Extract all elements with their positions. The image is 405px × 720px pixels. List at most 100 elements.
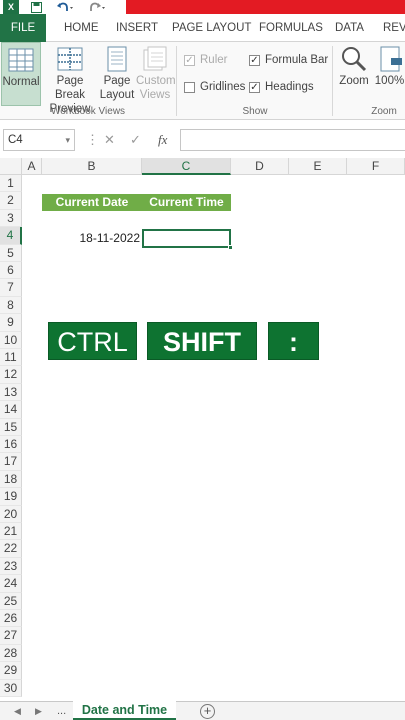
sheet-tab-date-and-time[interactable]: Date and Time	[73, 701, 176, 720]
ribbon-view: Normal Page Break Preview Page Layout Cu…	[0, 42, 405, 120]
more-options-icon[interactable]: ⋮	[86, 129, 99, 151]
undo-icon[interactable]	[54, 0, 76, 14]
custom-views-label-line1: Custom	[136, 75, 176, 87]
row-header[interactable]: 5	[0, 244, 22, 262]
normal-view-button[interactable]: Normal	[1, 42, 41, 106]
cell-c2-current-time[interactable]: Current Time	[142, 194, 231, 211]
normal-view-label: Normal	[2, 76, 40, 88]
row-header[interactable]: 17	[0, 453, 22, 471]
normal-view-icon	[8, 48, 34, 72]
zoom-100-label: 100%	[374, 75, 405, 87]
name-box[interactable]: C4 ▾	[3, 129, 75, 151]
more-sheets-ellipsis[interactable]: ...	[57, 702, 66, 720]
row-header[interactable]: 2	[0, 192, 22, 210]
row-header[interactable]: 21	[0, 523, 22, 541]
column-header-f[interactable]: F	[347, 158, 405, 175]
row-header[interactable]: 26	[0, 610, 22, 628]
row-header[interactable]: 23	[0, 557, 22, 576]
select-all-corner[interactable]	[0, 158, 22, 175]
row-header[interactable]: 22	[0, 540, 22, 558]
key-colon-overlay: :	[268, 322, 319, 360]
tab-formulas[interactable]: FORMULAS	[259, 14, 323, 42]
row-header[interactable]: 6	[0, 262, 22, 280]
gridlines-checkbox-box	[184, 81, 195, 93]
row-header[interactable]: 11	[0, 349, 22, 367]
row-header[interactable]: 7	[0, 279, 22, 297]
excel-logo-icon: X	[3, 0, 19, 14]
title-bar: X	[0, 0, 405, 14]
custom-views-icon	[143, 46, 167, 71]
scroll-tabs-left-icon[interactable]: ◀	[14, 702, 21, 720]
add-sheet-icon[interactable]: +	[200, 704, 215, 719]
row-header[interactable]: 28	[0, 644, 22, 663]
column-header-c[interactable]: C	[142, 158, 231, 175]
ribbon-tabs: FILE HOME INSERT PAGE LAYOUT FORMULAS DA…	[0, 14, 405, 42]
row-header[interactable]: 8	[0, 296, 22, 315]
fill-handle[interactable]	[228, 245, 233, 250]
page-break-preview-icon	[57, 47, 83, 71]
ruler-checkbox[interactable]: ✓ Ruler	[184, 52, 227, 68]
row-header[interactable]: 30	[0, 679, 22, 697]
enter-icon[interactable]: ✓	[130, 129, 141, 151]
zoom-label: Zoom	[339, 75, 369, 87]
active-cell-c4[interactable]	[142, 229, 233, 250]
insert-function-icon[interactable]: fx	[158, 129, 167, 151]
row-header[interactable]: 1	[0, 175, 22, 193]
formula-bar-checkbox[interactable]: ✓ Formula Bar	[249, 52, 328, 68]
chevron-down-icon[interactable]: ▾	[65, 130, 70, 150]
headings-checkbox[interactable]: ✓ Headings	[249, 79, 314, 95]
row-header[interactable]: 4	[0, 227, 22, 245]
column-header-e[interactable]: E	[289, 158, 347, 175]
row-header[interactable]: 24	[0, 575, 22, 593]
scroll-tabs-right-icon[interactable]: ▶	[35, 702, 42, 720]
row-header[interactable]: 19	[0, 488, 22, 506]
page-layout-button[interactable]: Page Layout	[99, 42, 135, 106]
row-header[interactable]: 27	[0, 627, 22, 645]
ruler-label: Ruler	[200, 54, 228, 66]
formula-bar: C4 ▾ ⋮ ✕ ✓ fx	[0, 125, 405, 157]
zoom-button[interactable]: Zoom	[336, 42, 372, 106]
save-icon[interactable]	[28, 0, 44, 14]
gridlines-checkbox[interactable]: Gridlines	[184, 79, 245, 95]
zoom-group-label: Zoom	[371, 106, 397, 117]
row-header[interactable]: 10	[0, 331, 22, 349]
cell-b2-current-date[interactable]: Current Date	[42, 194, 142, 211]
column-header-d[interactable]: D	[231, 158, 289, 175]
magnifier-icon	[342, 47, 367, 72]
row-header[interactable]: 20	[0, 505, 22, 523]
headings-label: Headings	[265, 81, 314, 93]
column-header-b[interactable]: B	[42, 158, 142, 175]
tab-home[interactable]: HOME	[64, 14, 99, 42]
cell-b4-date[interactable]: 18-11-2022	[42, 230, 142, 247]
row-header[interactable]: 3	[0, 209, 22, 228]
tab-review[interactable]: REVI	[383, 14, 405, 42]
custom-views-button[interactable]: Custom Views	[136, 42, 176, 106]
title-bar-red-band	[126, 0, 405, 14]
row-header[interactable]: 25	[0, 592, 22, 610]
column-header-a[interactable]: A	[22, 158, 42, 175]
row-header[interactable]: 18	[0, 470, 22, 489]
tab-page-layout[interactable]: PAGE LAYOUT	[172, 14, 251, 42]
headings-check-icon: ✓	[249, 81, 260, 93]
row-header[interactable]: 29	[0, 662, 22, 680]
cancel-icon[interactable]: ✕	[104, 129, 115, 151]
redo-icon[interactable]	[86, 0, 108, 14]
gridlines-label: Gridlines	[200, 81, 246, 93]
formula-input[interactable]	[180, 129, 405, 151]
row-header[interactable]: 14	[0, 401, 22, 419]
page-break-preview-button[interactable]: Page Break Preview	[42, 42, 98, 115]
row-header[interactable]: 16	[0, 436, 22, 454]
ribbon-separator	[332, 46, 333, 116]
row-header[interactable]: 9	[0, 314, 22, 332]
formula-bar-check-icon: ✓	[249, 54, 260, 66]
page-layout-label-line1: Page	[103, 75, 131, 87]
key-ctrl-overlay: CTRL	[48, 322, 137, 360]
zoom-100-button[interactable]: 100%	[374, 42, 405, 106]
tab-file[interactable]: FILE	[0, 14, 46, 42]
row-header[interactable]: 13	[0, 383, 22, 402]
sheet-tab-bar: ◀ ▶ ... Date and Time +	[0, 701, 405, 720]
tab-data[interactable]: DATA	[335, 14, 364, 42]
tab-insert[interactable]: INSERT	[116, 14, 158, 42]
row-header[interactable]: 15	[0, 418, 22, 436]
row-header[interactable]: 12	[0, 366, 22, 384]
